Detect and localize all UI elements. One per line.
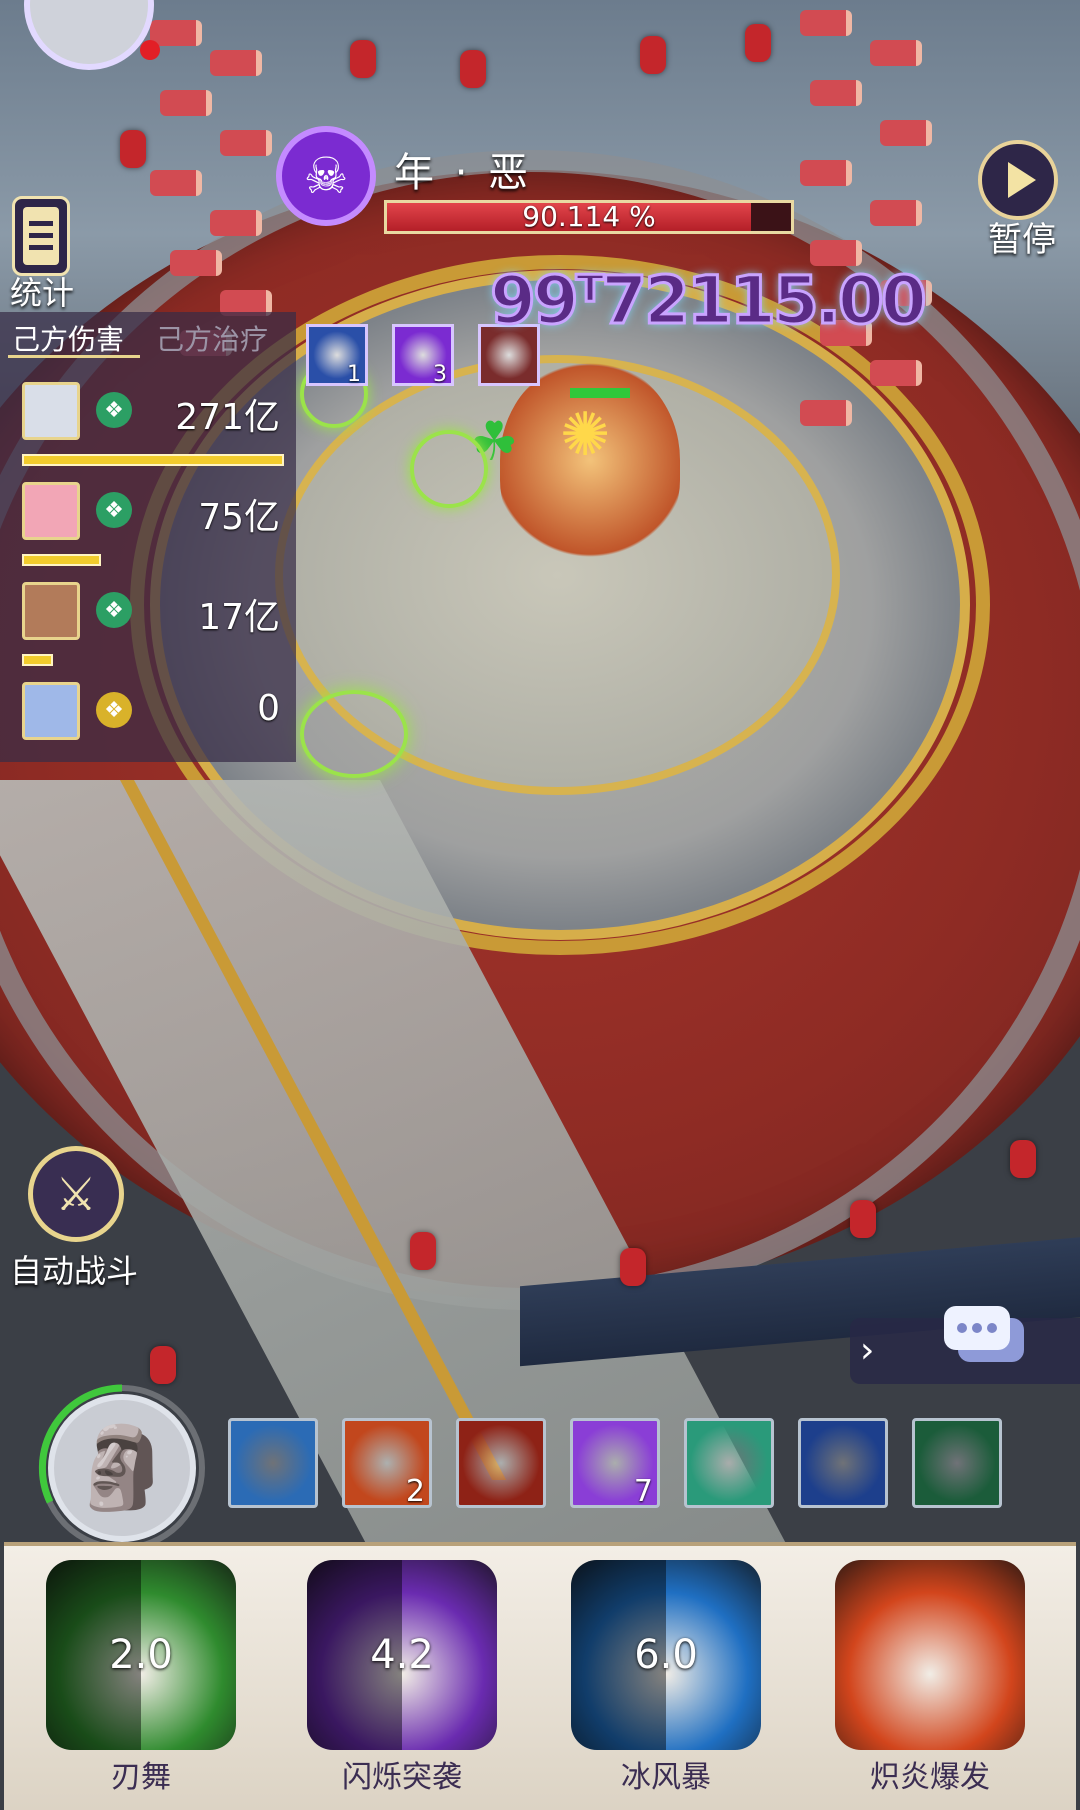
hero-portrait[interactable]: 🗿 <box>48 1394 196 1542</box>
document-list-icon <box>23 207 59 265</box>
boss-hp-bar: 90.114 % <box>384 200 794 234</box>
tab-our-healing[interactable]: 己方治疗 <box>156 318 268 358</box>
blink-strike-skill-button[interactable]: 4.2 <box>307 1560 497 1750</box>
skill-name-label: 炽炎爆发 <box>870 1760 990 1795</box>
pause-button[interactable] <box>978 140 1058 220</box>
hero-sprite <box>300 690 408 778</box>
damage-share-bar <box>22 454 284 466</box>
dark-lotus-icon[interactable]: 3 <box>392 324 454 387</box>
skill-stack-count: 2 <box>405 1474 425 1509</box>
damage-value: 271亿 <box>175 397 280 438</box>
pause-label[interactable]: 暂停 <box>988 212 1056 261</box>
auto-battle-button[interactable]: ⚔ <box>28 1146 124 1242</box>
buff-stack-count: 3 <box>433 362 447 387</box>
sun-face-icon[interactable]: 7 <box>570 1418 660 1509</box>
hero-avatar[interactable] <box>22 382 80 440</box>
hero-sprite <box>410 430 488 508</box>
sword-strike-icon[interactable] <box>228 1418 318 1508</box>
galaxy-icon[interactable]: 1 <box>306 324 368 387</box>
moai-face-icon: 🗿 <box>72 1421 172 1514</box>
sun-effect-icon: ✺ <box>560 400 611 470</box>
ice-storm-skill-button[interactable]: 6.0 <box>571 1560 761 1750</box>
buff-stack-count: 1 <box>347 362 361 387</box>
skill-name-label: 冰风暴 <box>621 1760 711 1795</box>
cooldown-timer: 6.0 <box>634 1632 698 1678</box>
boss-skull-icon: ☠ <box>276 126 376 226</box>
role-badge-icon: ❖ <box>96 692 132 728</box>
active-tab-indicator <box>8 355 140 358</box>
red-lantern <box>350 40 376 78</box>
auto-battle-label[interactable]: 自动战斗 <box>10 1246 138 1292</box>
red-lantern <box>745 24 771 62</box>
skill-stack-count: 7 <box>633 1474 653 1509</box>
chevron-right-icon[interactable]: › <box>860 1330 874 1371</box>
blade-dance-skill-button[interactable]: 2.0 <box>46 1560 236 1750</box>
cooldown-timer <box>835 1560 1025 1750</box>
red-lantern <box>1010 1140 1036 1178</box>
damage-value: 0 <box>257 688 280 729</box>
role-badge-icon: ❖ <box>96 592 132 628</box>
cooldown-timer: 2.0 <box>109 1632 173 1678</box>
red-lantern <box>620 1248 646 1286</box>
hero-avatar[interactable] <box>22 482 80 540</box>
tab-our-damage[interactable]: 己方伤害 <box>12 318 124 358</box>
green-barrier-icon[interactable] <box>684 1418 774 1508</box>
cooldown-timer: 4.2 <box>370 1632 434 1678</box>
firecracker-string-right <box>800 0 950 440</box>
red-lantern <box>410 1232 436 1270</box>
fire-figure-icon[interactable]: 2 <box>342 1418 432 1509</box>
hero-avatar[interactable] <box>22 682 80 740</box>
damage-value: 17亿 <box>198 597 280 638</box>
skill-name-label: 闪烁突袭 <box>342 1760 462 1795</box>
green-dash-icon[interactable] <box>912 1418 1002 1508</box>
damage-share-bar <box>22 654 54 666</box>
stats-button[interactable] <box>12 196 70 276</box>
red-lantern <box>120 130 146 168</box>
skill-name-label: 刃舞 <box>111 1760 171 1795</box>
chat-bubbles-icon[interactable] <box>940 1302 1030 1372</box>
flame-silhouette-icon[interactable] <box>456 1418 546 1508</box>
notification-dot <box>140 40 160 60</box>
damage-value: 75亿 <box>198 497 280 538</box>
stats-label[interactable]: 统计 <box>10 268 74 314</box>
hero-avatar[interactable] <box>22 582 80 640</box>
crossed-swords-icon: ⚔ <box>55 1167 97 1221</box>
boss-mini-hp-bar <box>570 388 630 398</box>
blaze-burst-skill-button[interactable] <box>835 1560 1025 1750</box>
damage-share-bar <box>22 554 101 566</box>
red-lantern <box>640 36 666 74</box>
red-lantern <box>460 50 486 88</box>
red-lantern <box>150 1346 176 1384</box>
damage-number-popup: 99ᵀ72115.00 <box>489 261 929 341</box>
role-badge-icon: ❖ <box>96 492 132 528</box>
boss-hp-text: 90.114 % <box>522 200 656 233</box>
boss-name: 年 · 恶 <box>394 150 533 196</box>
play-icon <box>1008 162 1036 198</box>
lightning-figure-icon[interactable] <box>798 1418 888 1508</box>
red-lantern <box>850 1200 876 1238</box>
role-badge-icon: ❖ <box>96 392 132 428</box>
